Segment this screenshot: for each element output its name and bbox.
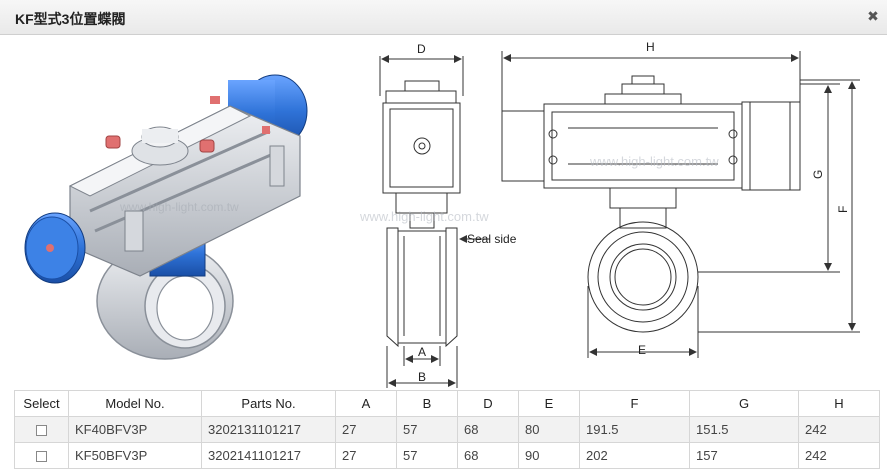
dim-f-cell: 202	[579, 442, 690, 469]
col-header-g: G	[689, 390, 799, 417]
front-view-drawing	[501, 51, 860, 358]
table-header-row: Select Model No. Parts No. A B D E F G H	[14, 390, 880, 417]
svg-text:www.high-light.com.tw: www.high-light.com.tw	[119, 200, 239, 214]
watermark-text: www.high-light.com.tw	[589, 154, 719, 169]
parts-cell: 3202141101217	[201, 442, 336, 469]
dim-h-cell: 242	[798, 416, 880, 443]
dim-e-cell: 80	[518, 416, 580, 443]
dim-label-g: G	[811, 170, 825, 179]
dim-d-cell: 68	[457, 442, 519, 469]
table-row[interactable]: KF50BFV3P 3202141101217 27 57 68 90 202 …	[14, 442, 880, 469]
dim-g-cell: 157	[689, 442, 799, 469]
dim-label-a: A	[418, 345, 426, 359]
select-cell	[14, 442, 69, 469]
close-icon[interactable]: ✖	[865, 8, 881, 24]
dim-label-h: H	[646, 40, 655, 54]
dim-b-cell: 57	[396, 442, 458, 469]
dim-label-e: E	[638, 343, 646, 357]
col-header-select: Select	[14, 390, 69, 417]
dim-label-b: B	[418, 370, 426, 384]
col-header-b: B	[396, 390, 458, 417]
model-cell: KF40BFV3P	[68, 416, 202, 443]
table-row[interactable]: KF40BFV3P 3202131101217 27 57 68 80 191.…	[14, 416, 880, 443]
dim-label-d: D	[417, 42, 426, 56]
watermark-text-2: www.high-light.com.tw	[359, 209, 489, 224]
col-header-e: E	[518, 390, 580, 417]
dim-a-cell: 27	[335, 442, 397, 469]
col-header-model: Model No.	[68, 390, 202, 417]
col-header-f: F	[579, 390, 690, 417]
dim-f-cell: 191.5	[579, 416, 690, 443]
valve-3d-render: www.high-light.com.tw	[24, 74, 308, 360]
parts-cell: 3202131101217	[201, 416, 336, 443]
col-header-d: D	[457, 390, 519, 417]
col-header-a: A	[335, 390, 397, 417]
seal-side-label: Seal side	[467, 232, 517, 246]
select-cell	[14, 416, 69, 443]
dim-g-cell: 151.5	[689, 416, 799, 443]
dim-b-cell: 57	[396, 416, 458, 443]
model-cell: KF50BFV3P	[68, 442, 202, 469]
spec-table: Select Model No. Parts No. A B D E F G H…	[14, 390, 880, 469]
dim-label-f: F	[836, 206, 850, 213]
dialog-title: KF型式3位置蝶閥	[15, 11, 126, 27]
product-drawing-area: www.high-light.com.tw D Seal side A B H …	[0, 36, 887, 390]
row-select-checkbox[interactable]	[36, 451, 47, 463]
row-select-checkbox[interactable]	[36, 425, 47, 437]
dim-d-cell: 68	[457, 416, 519, 443]
dialog-titlebar: KF型式3位置蝶閥 ✖	[0, 0, 887, 35]
dim-e-cell: 90	[518, 442, 580, 469]
col-header-h: H	[798, 390, 880, 417]
product-drawing: www.high-light.com.tw D Seal side A B H …	[24, 40, 860, 388]
col-header-parts: Parts No.	[201, 390, 336, 417]
dim-h-cell: 242	[798, 442, 880, 469]
dim-a-cell: 27	[335, 416, 397, 443]
